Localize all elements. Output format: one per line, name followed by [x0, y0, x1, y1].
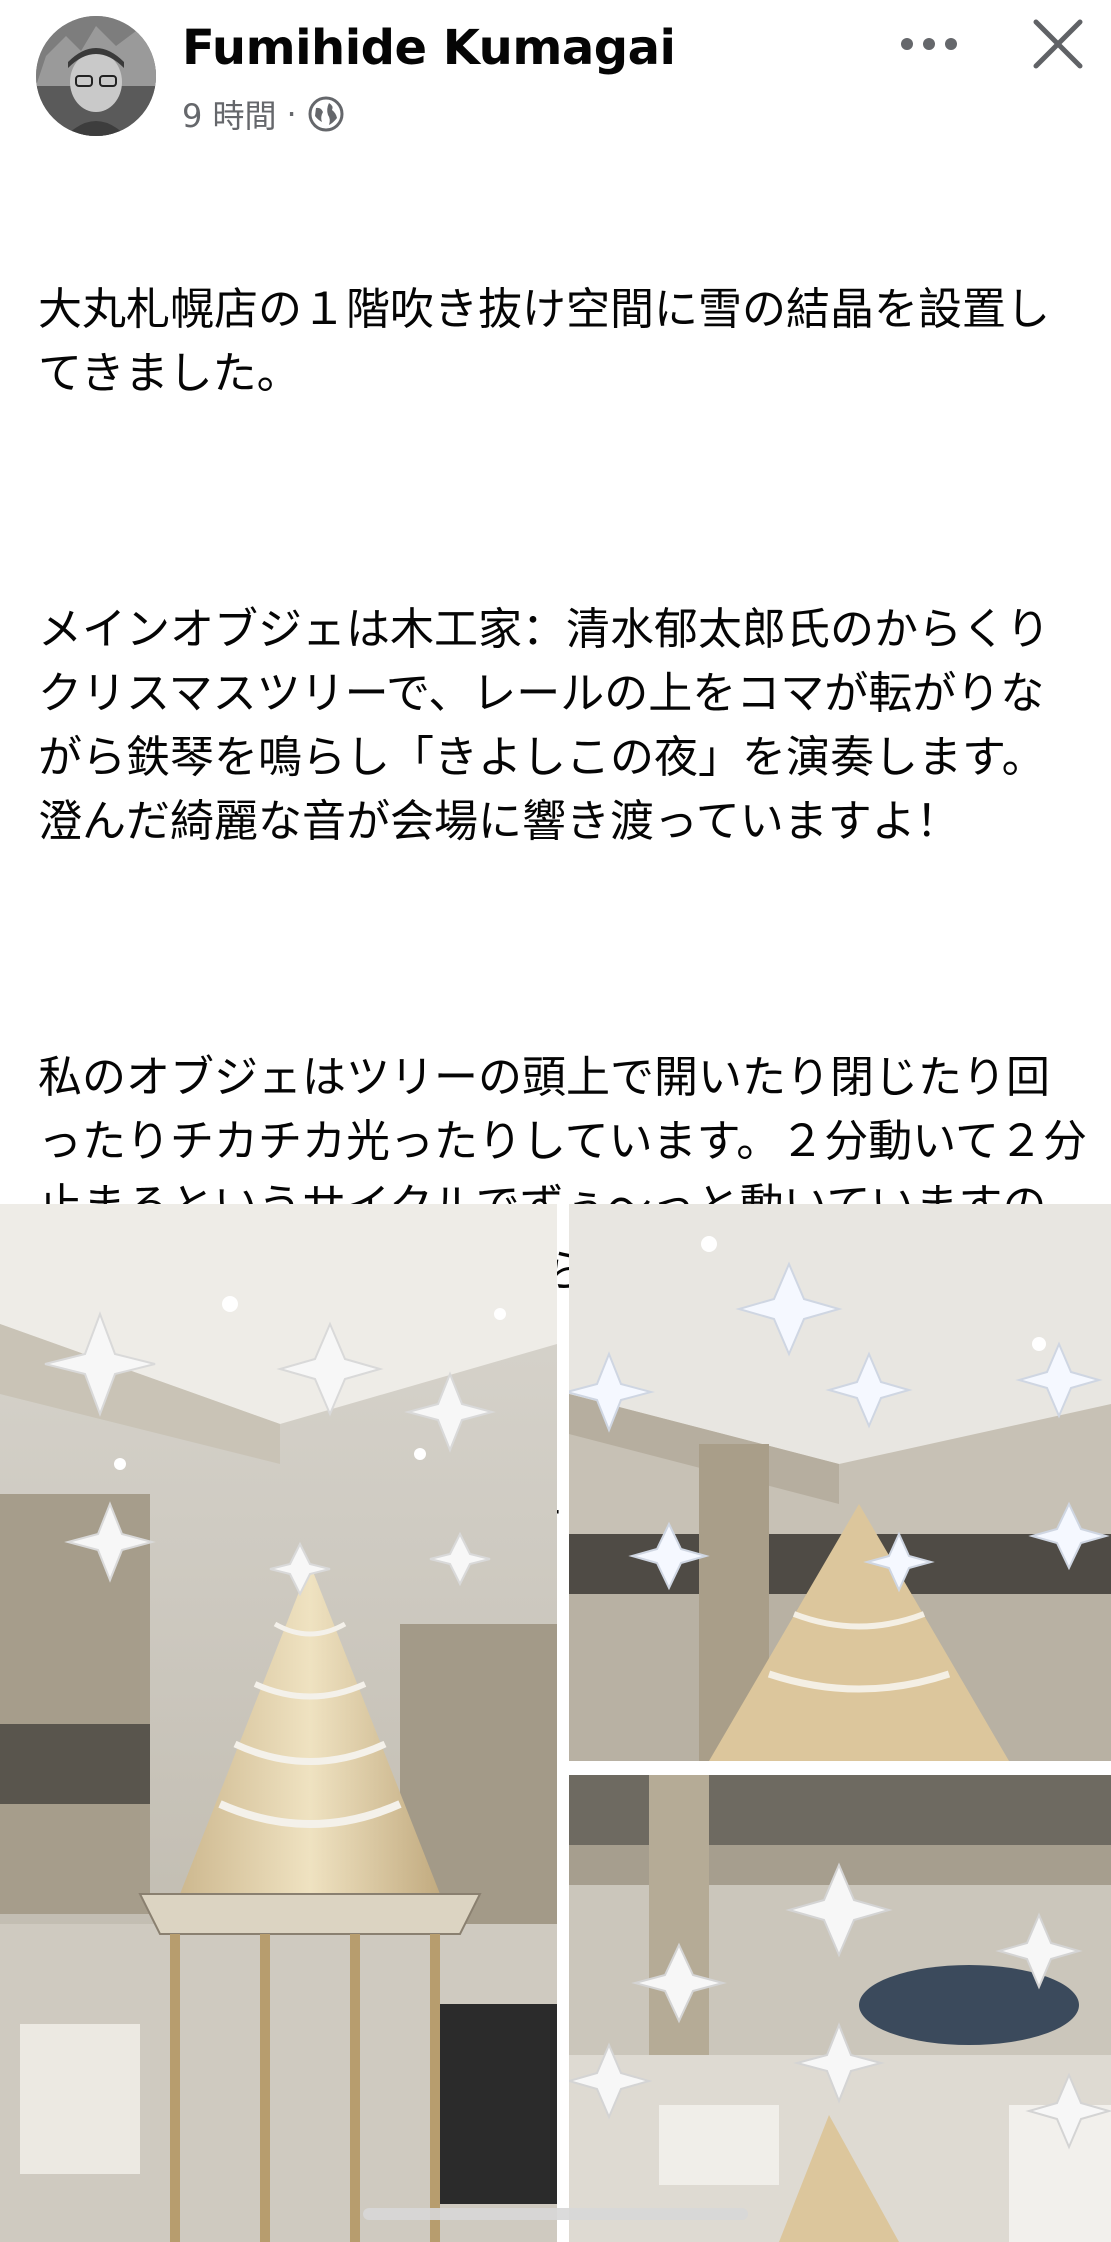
more-dots-icon[interactable] [894, 22, 964, 66]
photo-grid [0, 1204, 1111, 2242]
post-photo-3[interactable] [569, 1775, 1111, 2242]
close-icon[interactable] [1028, 14, 1088, 74]
post-photo-1[interactable] [0, 1204, 557, 2242]
post-paragraph-1: 大丸札幌店の１階吹き抜け空間に雪の結晶を設置してきました。 [38, 284, 1050, 399]
post-paragraph-2: メインオブジェは木工家：清水郁太郎氏のからくりクリスマスツリーで、レールの上をコ… [38, 604, 1050, 847]
author-name[interactable]: Fumihide Kumagai [182, 20, 676, 76]
post-photo-2[interactable] [569, 1204, 1111, 1761]
home-indicator [363, 2208, 748, 2220]
globe-icon [307, 95, 345, 133]
post-time[interactable]: 9 時間 [182, 91, 277, 137]
meta-separator: · [286, 95, 297, 133]
post-header: Fumihide Kumagai 9 時間 · [0, 0, 1111, 160]
avatar-photo [36, 16, 156, 136]
post-meta: 9 時間 · [182, 92, 345, 136]
avatar[interactable] [36, 16, 156, 136]
